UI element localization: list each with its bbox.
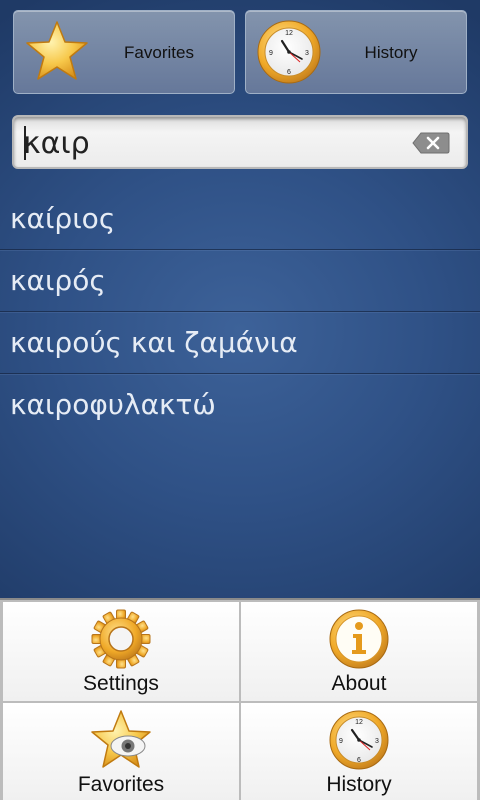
clock-icon: 12 3 6 9 (329, 710, 389, 770)
menu-item-label: History (326, 773, 392, 796)
svg-text:3: 3 (375, 738, 379, 745)
menu-item-history[interactable]: 12 3 6 9 History (241, 703, 477, 800)
menu-item-label: About (331, 672, 387, 695)
favorites-label: Favorites (124, 43, 194, 62)
menu-item-favorites[interactable]: Favorites (3, 703, 239, 800)
star-eye-icon (91, 710, 151, 768)
gear-icon (91, 609, 151, 669)
options-menu: Settings About Favorites 12 3 6 9 Histor… (0, 598, 480, 800)
menu-item-settings[interactable]: Settings (3, 602, 239, 701)
svg-text:9: 9 (269, 50, 273, 57)
results-list: καίριος καιρός καιρούς και ζαμάνια καιρο… (0, 188, 480, 436)
menu-item-label: Settings (83, 672, 159, 695)
list-item[interactable]: καιρούς και ζαμάνια (0, 312, 480, 374)
list-item[interactable]: καιρός (0, 250, 480, 312)
svg-text:3: 3 (305, 50, 309, 57)
list-item[interactable]: καίριος (0, 188, 480, 250)
search-box[interactable] (12, 115, 468, 169)
svg-text:6: 6 (357, 757, 361, 764)
search-input[interactable] (23, 121, 403, 165)
backspace-clear-icon[interactable] (412, 131, 450, 155)
svg-text:12: 12 (285, 30, 293, 37)
clock-icon: 12 3 6 9 (257, 20, 321, 84)
svg-text:6: 6 (287, 69, 291, 76)
star-icon (26, 21, 88, 80)
list-item[interactable]: καιροφυλακτώ (0, 374, 480, 436)
menu-item-label: Favorites (77, 773, 165, 796)
svg-text:9: 9 (339, 738, 343, 745)
history-label: History (364, 43, 418, 62)
info-icon (329, 609, 389, 669)
svg-text:12: 12 (355, 719, 363, 726)
top-bar: Favorites 12 3 6 9 History (0, 0, 480, 104)
history-button[interactable]: 12 3 6 9 History (245, 10, 467, 94)
menu-item-about[interactable]: About (241, 602, 477, 701)
favorites-button[interactable]: Favorites (13, 10, 235, 94)
